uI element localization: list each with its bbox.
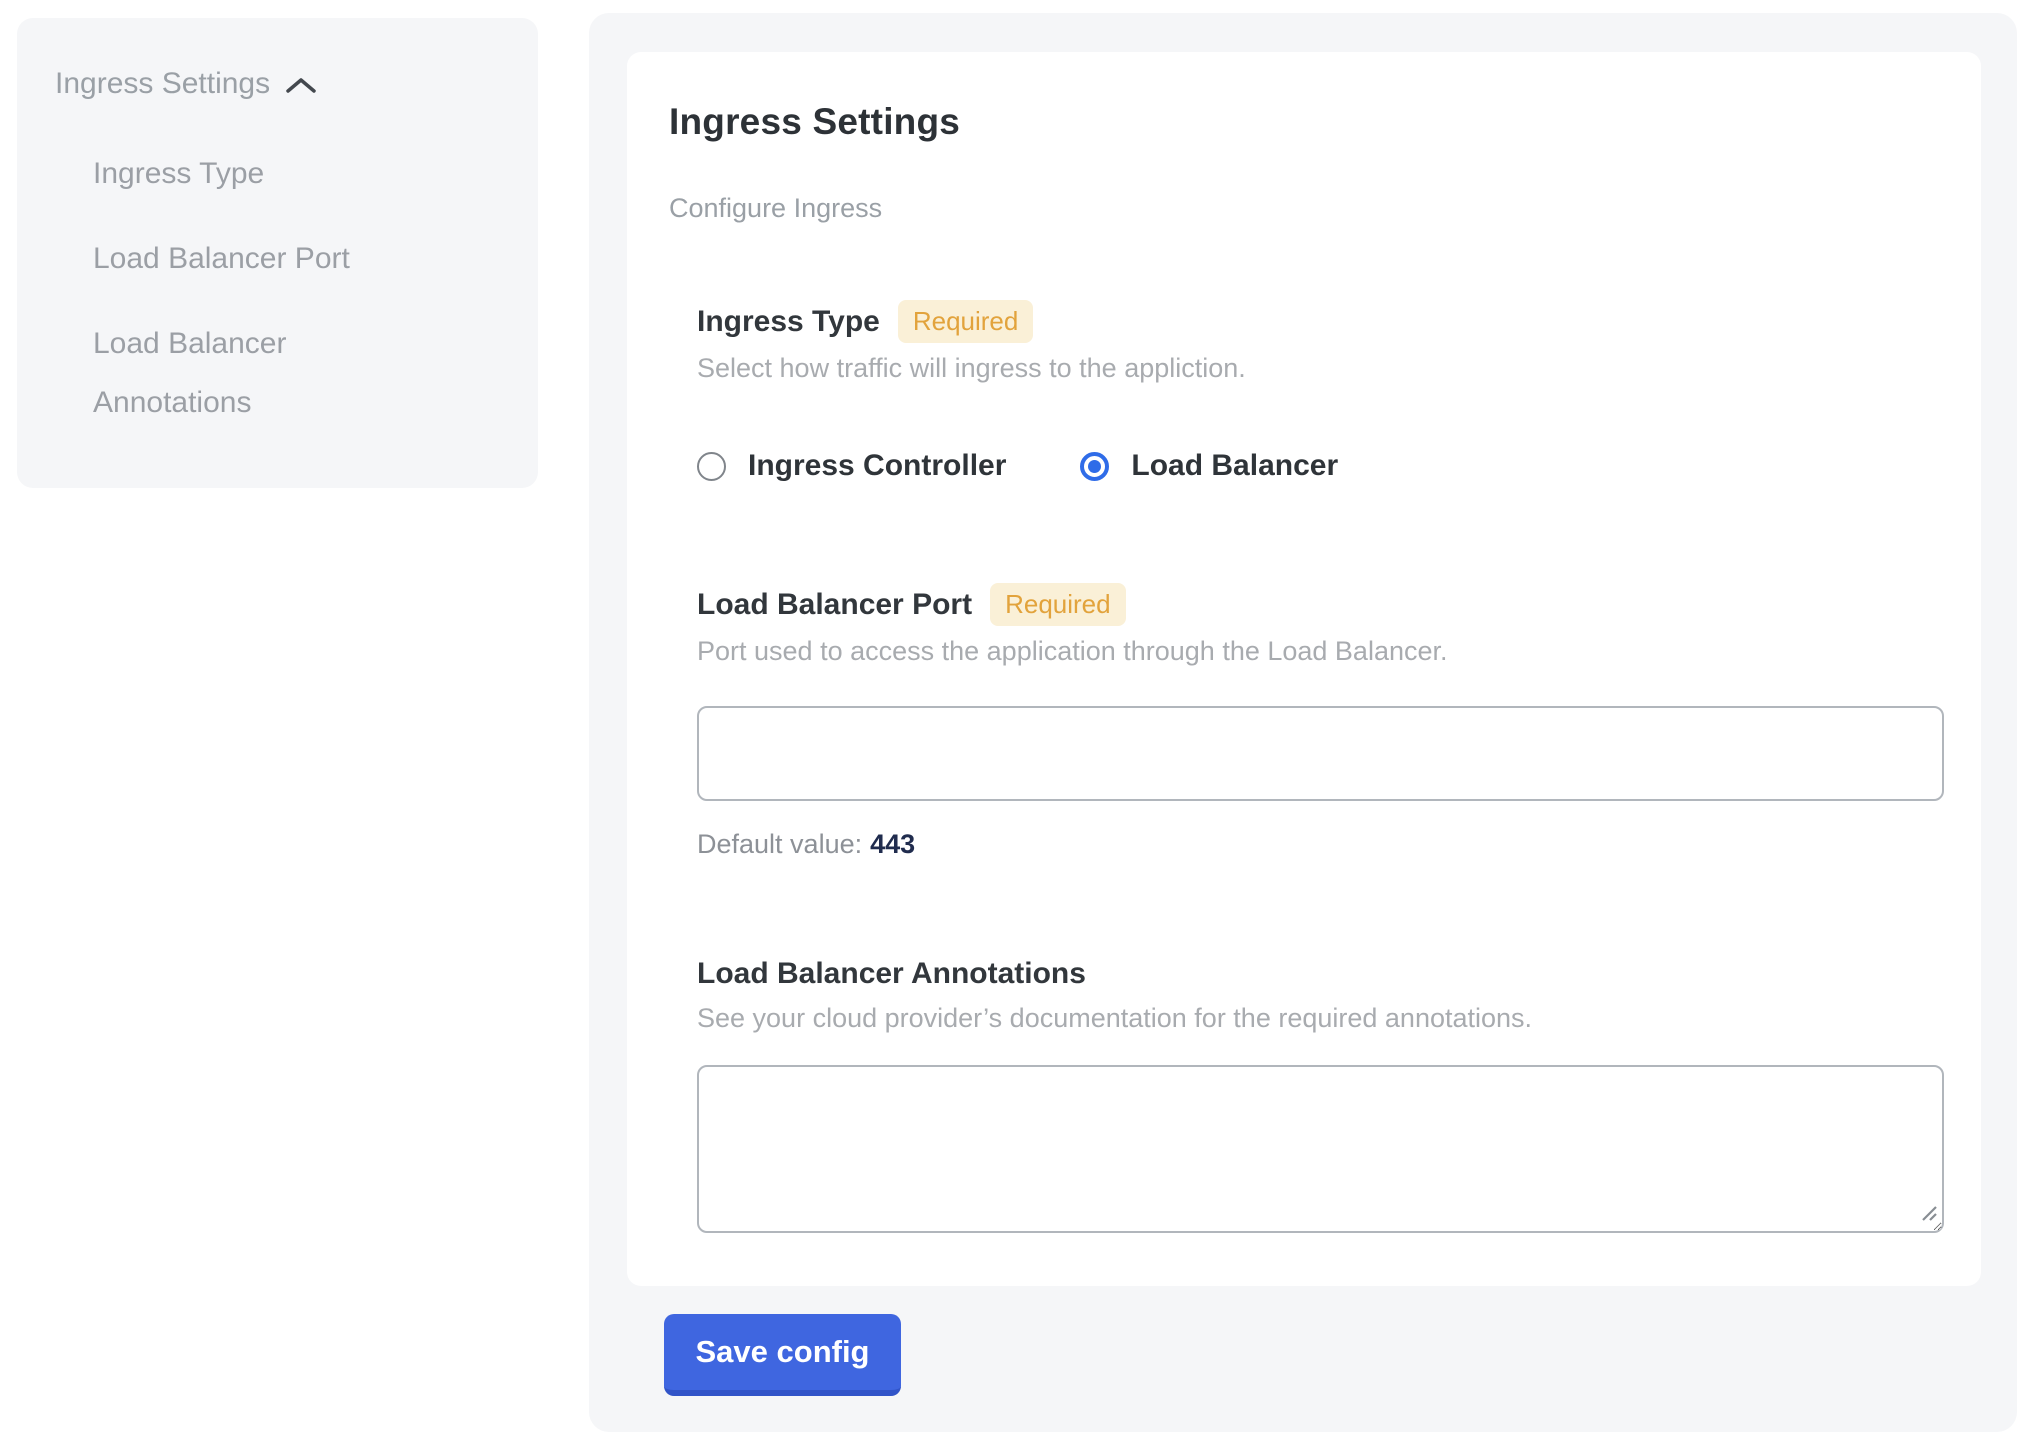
lb-annotations-textarea[interactable] (697, 1065, 1944, 1233)
sidebar-item-ingress-type[interactable]: Ingress Type (93, 144, 423, 203)
lb-port-label: Load Balancer Port (697, 586, 972, 624)
lb-annotations-textarea-wrap (697, 1065, 1944, 1233)
ingress-settings-card: Ingress Settings Configure Ingress Ingre… (627, 52, 1981, 1286)
lb-port-default-line: Default value: 443 (697, 827, 1945, 861)
ingress-type-radio-group: Ingress Controller Load Balancer (697, 449, 1945, 483)
sidebar-group-ingress-settings[interactable]: Ingress Settings (55, 62, 500, 106)
radio-label: Load Balancer (1131, 449, 1338, 483)
section-load-balancer-annotations: Load Balancer Annotations See your cloud… (697, 955, 1945, 1233)
sidebar-item-load-balancer-annotations[interactable]: Load Balancer Annotations (93, 314, 423, 432)
default-label: Default value: (697, 829, 862, 859)
required-badge: Required (990, 583, 1126, 626)
lb-port-description: Port used to access the application thro… (697, 634, 1945, 668)
required-badge: Required (898, 300, 1034, 343)
radio-circle-icon[interactable] (1080, 452, 1109, 481)
chevron-up-icon (284, 71, 318, 97)
page-title: Ingress Settings (669, 100, 1945, 144)
radio-ingress-controller[interactable]: Ingress Controller (697, 449, 1006, 483)
radio-load-balancer[interactable]: Load Balancer (1080, 449, 1338, 483)
ingress-type-label: Ingress Type (697, 303, 880, 341)
settings-sidebar: Ingress Settings Ingress Type Load Balan… (17, 18, 538, 488)
lb-annotations-label: Load Balancer Annotations (697, 955, 1086, 993)
main-panel: Ingress Settings Configure Ingress Ingre… (589, 13, 2017, 1432)
default-value: 443 (870, 829, 915, 859)
page-subtitle: Configure Ingress (669, 192, 1945, 224)
save-config-button[interactable]: Save config (664, 1314, 901, 1396)
ingress-type-description: Select how traffic will ingress to the a… (697, 351, 1945, 385)
sidebar-item-load-balancer-port[interactable]: Load Balancer Port (93, 229, 423, 288)
section-ingress-type: Ingress Type Required Select how traffic… (697, 300, 1945, 483)
sidebar-nav: Ingress Type Load Balancer Port Load Bal… (93, 144, 500, 432)
lb-port-input[interactable] (697, 706, 1944, 801)
lb-annotations-description: See your cloud provider’s documentation … (697, 1001, 1945, 1035)
sidebar-group-label: Ingress Settings (55, 62, 270, 106)
radio-circle-icon[interactable] (697, 452, 726, 481)
section-load-balancer-port: Load Balancer Port Required Port used to… (697, 583, 1945, 861)
radio-label: Ingress Controller (748, 449, 1006, 483)
